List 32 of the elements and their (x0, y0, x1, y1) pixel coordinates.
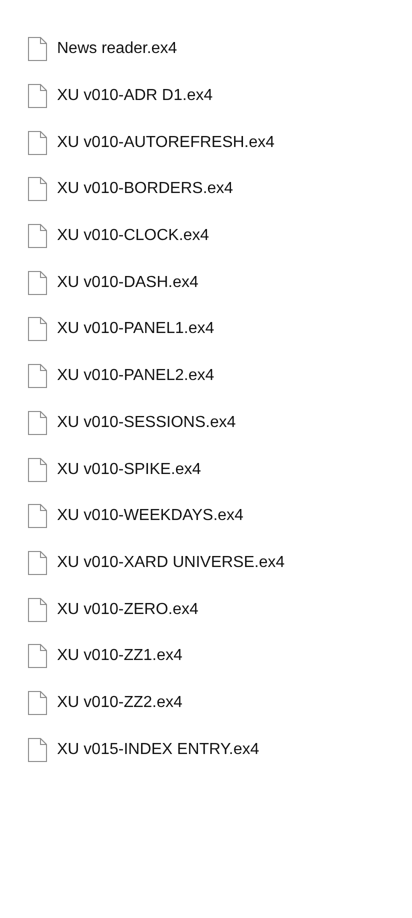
file-name[interactable]: XU v015-INDEX ENTRY.ex4 (57, 740, 260, 759)
file-icon (28, 224, 47, 248)
file-name[interactable]: XU v010-DASH.ex4 (57, 274, 198, 292)
file-name[interactable]: XU v010-SPIKE.ex4 (57, 460, 202, 479)
file-icon (28, 317, 47, 342)
file-name[interactable]: XU v010-ADR D1.ex4 (57, 87, 213, 106)
file-name[interactable]: XU v010-AUTOREFRESH.ex4 (57, 134, 275, 152)
file-icon (28, 598, 47, 622)
file-icon (28, 177, 47, 202)
file-icon (28, 458, 47, 482)
file-name[interactable]: XU v010-ZERO.ex4 (57, 600, 198, 619)
file-name[interactable]: XU v010-PANEL2.ex4 (57, 367, 214, 386)
file-name[interactable]: News reader.ex4 (57, 40, 178, 58)
file-icon (28, 84, 47, 108)
file-name[interactable]: XU v010-SESSIONS.ex4 (57, 414, 236, 432)
file-name[interactable]: XU v010-XARD UNIVERSE.ex4 (57, 554, 285, 572)
file-name[interactable]: XU v010-BORDERS.ex4 (57, 180, 234, 198)
file-icon (28, 690, 47, 715)
file-name[interactable]: XU v010-ZZ2.ex4 (57, 694, 182, 712)
file-icon (28, 410, 47, 435)
file-icon (28, 644, 47, 668)
file-icon (28, 364, 47, 388)
file-icon (28, 550, 47, 575)
file-icon (28, 504, 47, 528)
file-name[interactable]: XU v010-PANEL1.ex4 (57, 320, 214, 338)
file-icon (28, 130, 47, 155)
file-name[interactable]: XU v010-ZZ1.ex4 (57, 647, 182, 666)
file-icon (28, 270, 47, 295)
file-icon (28, 37, 47, 62)
file-name[interactable]: XU v010-CLOCK.ex4 (57, 227, 210, 246)
file-icon (28, 738, 47, 762)
file-name[interactable]: XU v010-WEEKDAYS.ex4 (57, 507, 244, 526)
